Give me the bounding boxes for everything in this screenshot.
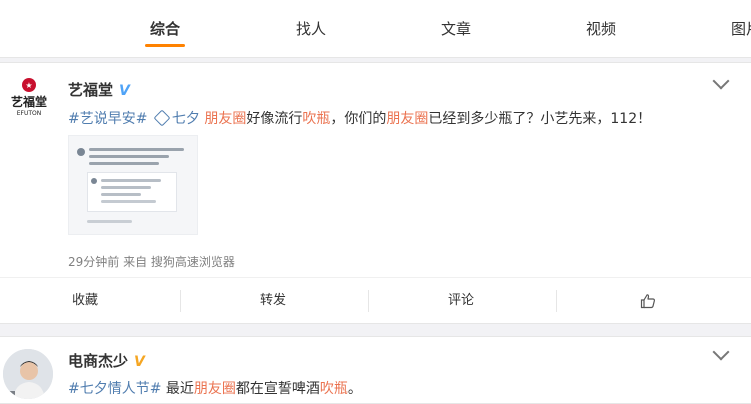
chevron-down-icon[interactable]: [712, 343, 730, 361]
post-card: 电商杰少 V #七夕情人节# 最近朋友圈都在宣誓啤酒吹瓶。: [0, 336, 751, 404]
tab-people[interactable]: 找人: [296, 18, 326, 39]
username[interactable]: 电商杰少: [68, 352, 128, 370]
keyword-highlight: 吹瓶: [302, 111, 331, 127]
post-content: #七夕情人节# 最近朋友圈都在宣誓啤酒吹瓶。: [68, 378, 362, 398]
keyword-highlight: 吹瓶: [319, 381, 348, 397]
post-text-segment: 。: [347, 381, 362, 397]
user-photo: [3, 349, 53, 399]
link-icon: [153, 109, 171, 127]
verified-badge-icon: V: [119, 83, 130, 99]
username[interactable]: 艺福堂: [68, 81, 113, 99]
post-image-thumbnail[interactable]: [68, 135, 198, 235]
keyword-highlight: 朋友圈: [386, 111, 429, 127]
chevron-down-icon[interactable]: [712, 72, 730, 90]
avatar[interactable]: ★ 艺福堂 EFUTON: [7, 75, 51, 119]
repost-button[interactable]: 转发: [228, 278, 318, 324]
tab-images[interactable]: 图片: [731, 18, 751, 39]
tab-videos[interactable]: 视频: [586, 18, 616, 39]
hashtag-link[interactable]: #艺说早安#: [68, 111, 147, 127]
post-author[interactable]: 艺福堂 V: [68, 79, 130, 100]
post-text-segment: ，你们的: [330, 111, 387, 127]
post-text-segment: 好像流行: [246, 111, 303, 127]
brand-logo: ★ 艺福堂 EFUTON: [11, 78, 47, 117]
keyword-highlight: 朋友圈: [193, 381, 236, 397]
post-text-segment: 都在宣誓啤酒: [235, 381, 320, 397]
tab-articles[interactable]: 文章: [441, 18, 471, 39]
topic-link[interactable]: 七夕: [152, 109, 200, 127]
tab-comprehensive[interactable]: 综合: [150, 18, 180, 39]
post-text-segment: 最近: [161, 381, 194, 397]
avatar[interactable]: [3, 349, 53, 399]
search-tab-bar: 综合 找人 文章 视频 图片: [0, 0, 751, 58]
logo-text: 艺福堂: [11, 94, 47, 109]
post-author[interactable]: 电商杰少 V: [68, 350, 145, 371]
post-card: ★ 艺福堂 EFUTON 艺福堂 V #艺说早安# 七夕 朋友圈好像流行吹瓶，你们…: [0, 62, 751, 324]
post-content: #艺说早安# 七夕 朋友圈好像流行吹瓶，你们的朋友圈已经到多少瓶了？小艺先来，1…: [68, 108, 651, 128]
post-text-segment: 已经到多少瓶了？小艺先来，112！: [428, 111, 652, 127]
svg-text:★: ★: [25, 81, 32, 90]
like-icon[interactable]: [640, 293, 656, 309]
hashtag-link[interactable]: #七夕情人节#: [68, 381, 161, 397]
post-meta: 29分钟前 来自 搜狗高速浏览器: [68, 255, 235, 269]
verified-badge-icon: V: [134, 354, 145, 370]
post-actions: 收藏 转发 评论: [0, 277, 751, 323]
collect-button[interactable]: 收藏: [40, 278, 130, 324]
comment-button[interactable]: 评论: [416, 278, 506, 324]
active-tab-indicator: [145, 44, 185, 47]
keyword-highlight: 朋友圈: [204, 111, 247, 127]
logo-subtext: EFUTON: [17, 110, 42, 117]
